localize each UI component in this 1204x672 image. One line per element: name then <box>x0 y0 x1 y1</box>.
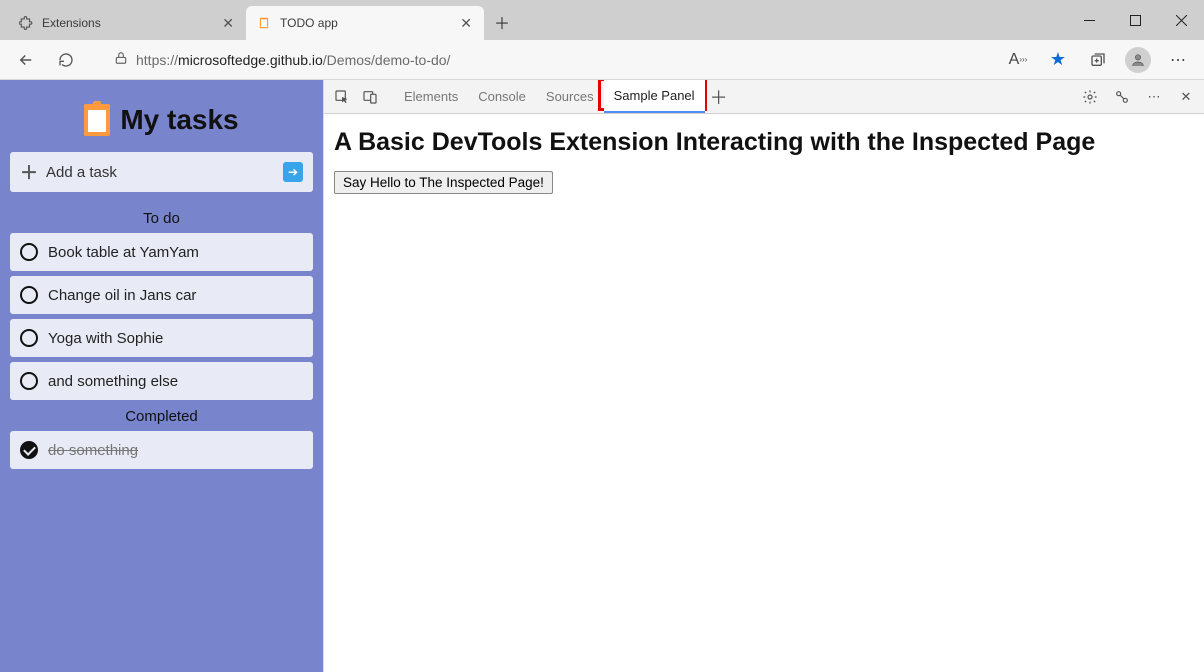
extension-icon <box>18 15 34 31</box>
device-toggle-button[interactable] <box>356 83 384 111</box>
checkbox-empty-icon[interactable] <box>20 243 38 261</box>
section-completed-heading: Completed <box>10 408 313 425</box>
task-item[interactable]: Yoga with Sophie <box>10 319 313 357</box>
window-controls <box>1066 0 1204 40</box>
tab-title: Extensions <box>42 16 212 30</box>
address-bar[interactable]: https://microsoftedge.github.io/Demos/de… <box>106 45 992 75</box>
tab-elements[interactable]: Elements <box>394 80 468 113</box>
panel-heading: A Basic DevTools Extension Interacting w… <box>334 128 1194 157</box>
checkbox-empty-icon[interactable] <box>20 372 38 390</box>
maximize-button[interactable] <box>1112 0 1158 40</box>
submit-icon[interactable]: ➔ <box>283 162 303 182</box>
page-header: My tasks <box>10 90 313 152</box>
clipboard-icon <box>256 15 272 31</box>
avatar <box>1125 47 1151 73</box>
plus-icon: ＋ <box>20 159 38 185</box>
profile-button[interactable] <box>1120 44 1156 76</box>
refresh-button[interactable] <box>48 44 84 76</box>
task-label: do something <box>48 442 138 459</box>
content-area: My tasks ＋ Add a task ➔ To do Book table… <box>0 80 1204 672</box>
more-tabs-button[interactable]: ＋ <box>705 83 733 111</box>
tab-console[interactable]: Console <box>468 80 536 113</box>
browser-toolbar: https://microsoftedge.github.io/Demos/de… <box>0 40 1204 80</box>
lock-icon <box>114 51 128 68</box>
checkbox-empty-icon[interactable] <box>20 329 38 347</box>
task-item[interactable]: Change oil in Jans car <box>10 276 313 314</box>
close-devtools-button[interactable]: ✕ <box>1172 83 1200 111</box>
checkbox-checked-icon[interactable] <box>20 441 38 459</box>
tab-title: TODO app <box>280 16 450 30</box>
task-label: and something else <box>48 373 178 390</box>
favorite-star-icon[interactable]: ★ <box>1040 44 1076 76</box>
checkbox-empty-icon[interactable] <box>20 286 38 304</box>
inspect-element-button[interactable] <box>328 83 356 111</box>
new-tab-button[interactable]: ＋ <box>488 8 516 36</box>
add-task-input[interactable]: ＋ Add a task ➔ <box>10 152 313 192</box>
browser-tab-extensions[interactable]: Extensions ✕ <box>8 6 246 40</box>
tab-sample-panel[interactable]: Sample Panel <box>604 80 705 113</box>
close-icon[interactable]: ✕ <box>458 15 474 32</box>
say-hello-button[interactable]: Say Hello to The Inspected Page! <box>334 171 553 194</box>
more-button[interactable]: ⋯ <box>1160 44 1196 76</box>
read-aloud-button[interactable]: A››› <box>1000 44 1036 76</box>
task-item-completed[interactable]: do something <box>10 431 313 469</box>
tab-sources[interactable]: Sources <box>536 80 604 113</box>
add-task-label: Add a task <box>46 164 283 181</box>
task-label: Yoga with Sophie <box>48 330 163 347</box>
task-item[interactable]: Book table at YamYam <box>10 233 313 271</box>
toolbar-right: A››› ★ ⋯ <box>1000 44 1196 76</box>
browser-tabs: Extensions ✕ TODO app ✕ ＋ <box>8 0 516 40</box>
task-label: Book table at YamYam <box>48 244 199 261</box>
devtools-panel: Elements Console Sources Sample Panel ＋ … <box>323 80 1204 672</box>
browser-tab-todo[interactable]: TODO app ✕ <box>246 6 484 40</box>
section-todo-heading: To do <box>10 210 313 227</box>
collections-button[interactable] <box>1080 44 1116 76</box>
settings-gear-icon[interactable] <box>1076 83 1104 111</box>
back-button[interactable] <box>8 44 44 76</box>
minimize-button[interactable] <box>1066 0 1112 40</box>
browser-titlebar: Extensions ✕ TODO app ✕ ＋ <box>0 0 1204 40</box>
close-button[interactable] <box>1158 0 1204 40</box>
task-item[interactable]: and something else <box>10 362 313 400</box>
devtools-tabbar: Elements Console Sources Sample Panel ＋ … <box>324 80 1204 114</box>
sample-panel-content: A Basic DevTools Extension Interacting w… <box>324 114 1204 672</box>
more-options-button[interactable]: ⋯ <box>1140 83 1168 111</box>
todo-page: My tasks ＋ Add a task ➔ To do Book table… <box>0 80 323 672</box>
task-label: Change oil in Jans car <box>48 287 196 304</box>
activity-icon[interactable] <box>1108 83 1136 111</box>
page-title: My tasks <box>120 104 238 136</box>
close-icon[interactable]: ✕ <box>220 15 236 32</box>
clipboard-icon <box>84 104 110 136</box>
url-text: https://microsoftedge.github.io/Demos/de… <box>136 52 984 68</box>
